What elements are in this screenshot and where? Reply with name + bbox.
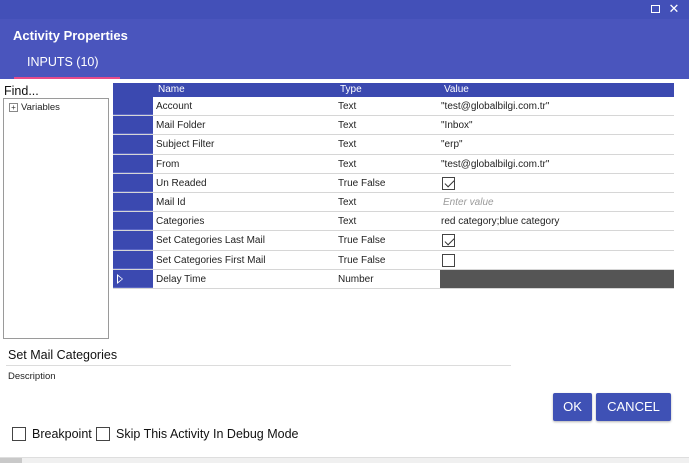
row-handle[interactable] — [113, 154, 153, 173]
horizontal-scrollbar[interactable] — [0, 457, 689, 463]
column-header-name[interactable]: Name — [158, 84, 185, 95]
divider — [6, 365, 511, 366]
row-value[interactable]: "erp" — [441, 139, 463, 150]
row-handle[interactable] — [113, 212, 153, 231]
row-type: Text — [338, 101, 357, 112]
row-value[interactable]: "test@globalbilgi.com.tr" — [441, 159, 549, 170]
grid-header: Name Type Value — [113, 83, 674, 97]
row-name: Delay Time — [156, 273, 207, 285]
row-name: Account — [156, 101, 193, 112]
skip-debug-checkbox[interactable] — [96, 427, 110, 441]
grid-row-un-readed[interactable]: Un Readed True False — [113, 173, 674, 193]
row-name: Mail Folder — [156, 120, 206, 132]
maximize-icon[interactable] — [648, 2, 662, 16]
inputs-grid: Name Type Value Account Text "test@globa… — [113, 83, 674, 289]
row-value-input[interactable]: Enter value — [443, 197, 494, 208]
tab-active-indicator — [14, 77, 120, 79]
row-value[interactable]: "test@globalbilgi.com.tr" — [441, 101, 549, 112]
row-type: Text — [338, 196, 357, 208]
breakpoint-label: Breakpoint — [32, 427, 92, 441]
row-handle[interactable] — [113, 192, 153, 212]
row-handle[interactable] — [113, 173, 153, 192]
row-name: Un Readed — [156, 177, 207, 189]
grid-row-delay-time[interactable]: Delay Time Number — [113, 269, 674, 289]
row-type: True False — [338, 235, 386, 247]
grid-row-from[interactable]: From Text "test@globalbilgi.com.tr" — [113, 154, 674, 174]
variables-tree: + Variables — [3, 98, 109, 339]
grid-row-account[interactable]: Account Text "test@globalbilgi.com.tr" — [113, 97, 674, 117]
grid-row-set-categories-first-mail[interactable]: Set Categories First Mail True False — [113, 250, 674, 270]
current-row-indicator-icon — [117, 273, 123, 284]
row-handle[interactable] — [113, 135, 153, 154]
row-value-editor[interactable] — [440, 269, 674, 288]
grid-row-set-categories-last-mail[interactable]: Set Categories Last Mail True False — [113, 231, 674, 251]
column-header-type[interactable]: Type — [340, 84, 362, 95]
row-name: From — [156, 158, 180, 170]
tree-item-label: Variables — [21, 102, 60, 113]
window-titlebar: ✕ — [0, 0, 689, 19]
skip-debug-option[interactable]: Skip This Activity In Debug Mode — [96, 427, 299, 441]
column-header-value[interactable]: Value — [444, 84, 469, 95]
breakpoint-option[interactable]: Breakpoint — [12, 427, 92, 441]
description-label: Description — [8, 371, 56, 382]
row-type: True False — [338, 177, 386, 189]
tab-inputs[interactable]: INPUTS (10) — [14, 52, 112, 79]
skip-debug-label: Skip This Activity In Debug Mode — [116, 427, 299, 441]
row-name: Subject Filter — [156, 139, 215, 151]
row-type: Text — [338, 120, 357, 132]
row-name: Set Categories First Mail — [156, 254, 266, 266]
row-handle[interactable] — [113, 269, 153, 288]
grid-row-mail-folder[interactable]: Mail Folder Text "Inbox" — [113, 116, 674, 136]
close-icon[interactable]: ✕ — [667, 2, 681, 16]
cancel-button[interactable]: CANCEL — [596, 393, 671, 421]
row-checkbox[interactable] — [442, 253, 455, 267]
row-handle[interactable] — [113, 231, 153, 250]
row-type: Number — [338, 273, 374, 285]
row-type: Text — [338, 158, 357, 170]
ok-button[interactable]: OK — [553, 393, 592, 421]
row-type: Text — [338, 216, 357, 228]
row-handle[interactable] — [113, 97, 153, 116]
row-name: Categories — [156, 216, 205, 228]
dialog-header: Activity Properties INPUTS (10) — [0, 19, 689, 79]
row-value[interactable]: red category;blue category — [441, 216, 559, 227]
row-handle[interactable] — [113, 116, 153, 135]
row-name: Mail Id — [156, 196, 186, 208]
row-type: Text — [338, 139, 357, 151]
dialog-title: Activity Properties — [13, 28, 128, 43]
activity-name: Set Mail Categories — [8, 348, 118, 362]
row-value[interactable]: "Inbox" — [441, 120, 473, 131]
tree-item-variables[interactable]: + Variables — [9, 102, 60, 113]
row-checkbox[interactable] — [442, 176, 455, 190]
find-input[interactable]: Find... — [4, 84, 39, 98]
grid-row-subject-filter[interactable]: Subject Filter Text "erp" — [113, 135, 674, 155]
row-handle[interactable] — [113, 250, 153, 269]
breakpoint-checkbox[interactable] — [12, 427, 26, 441]
expand-icon[interactable]: + — [9, 103, 18, 112]
row-checkbox[interactable] — [442, 234, 455, 248]
row-name: Set Categories Last Mail — [156, 235, 265, 247]
grid-row-categories[interactable]: Categories Text red category;blue catego… — [113, 212, 674, 232]
grid-row-mail-id[interactable]: Mail Id Text Enter value — [113, 192, 674, 213]
scrollbar-thumb[interactable] — [0, 458, 22, 463]
row-type: True False — [338, 254, 386, 266]
